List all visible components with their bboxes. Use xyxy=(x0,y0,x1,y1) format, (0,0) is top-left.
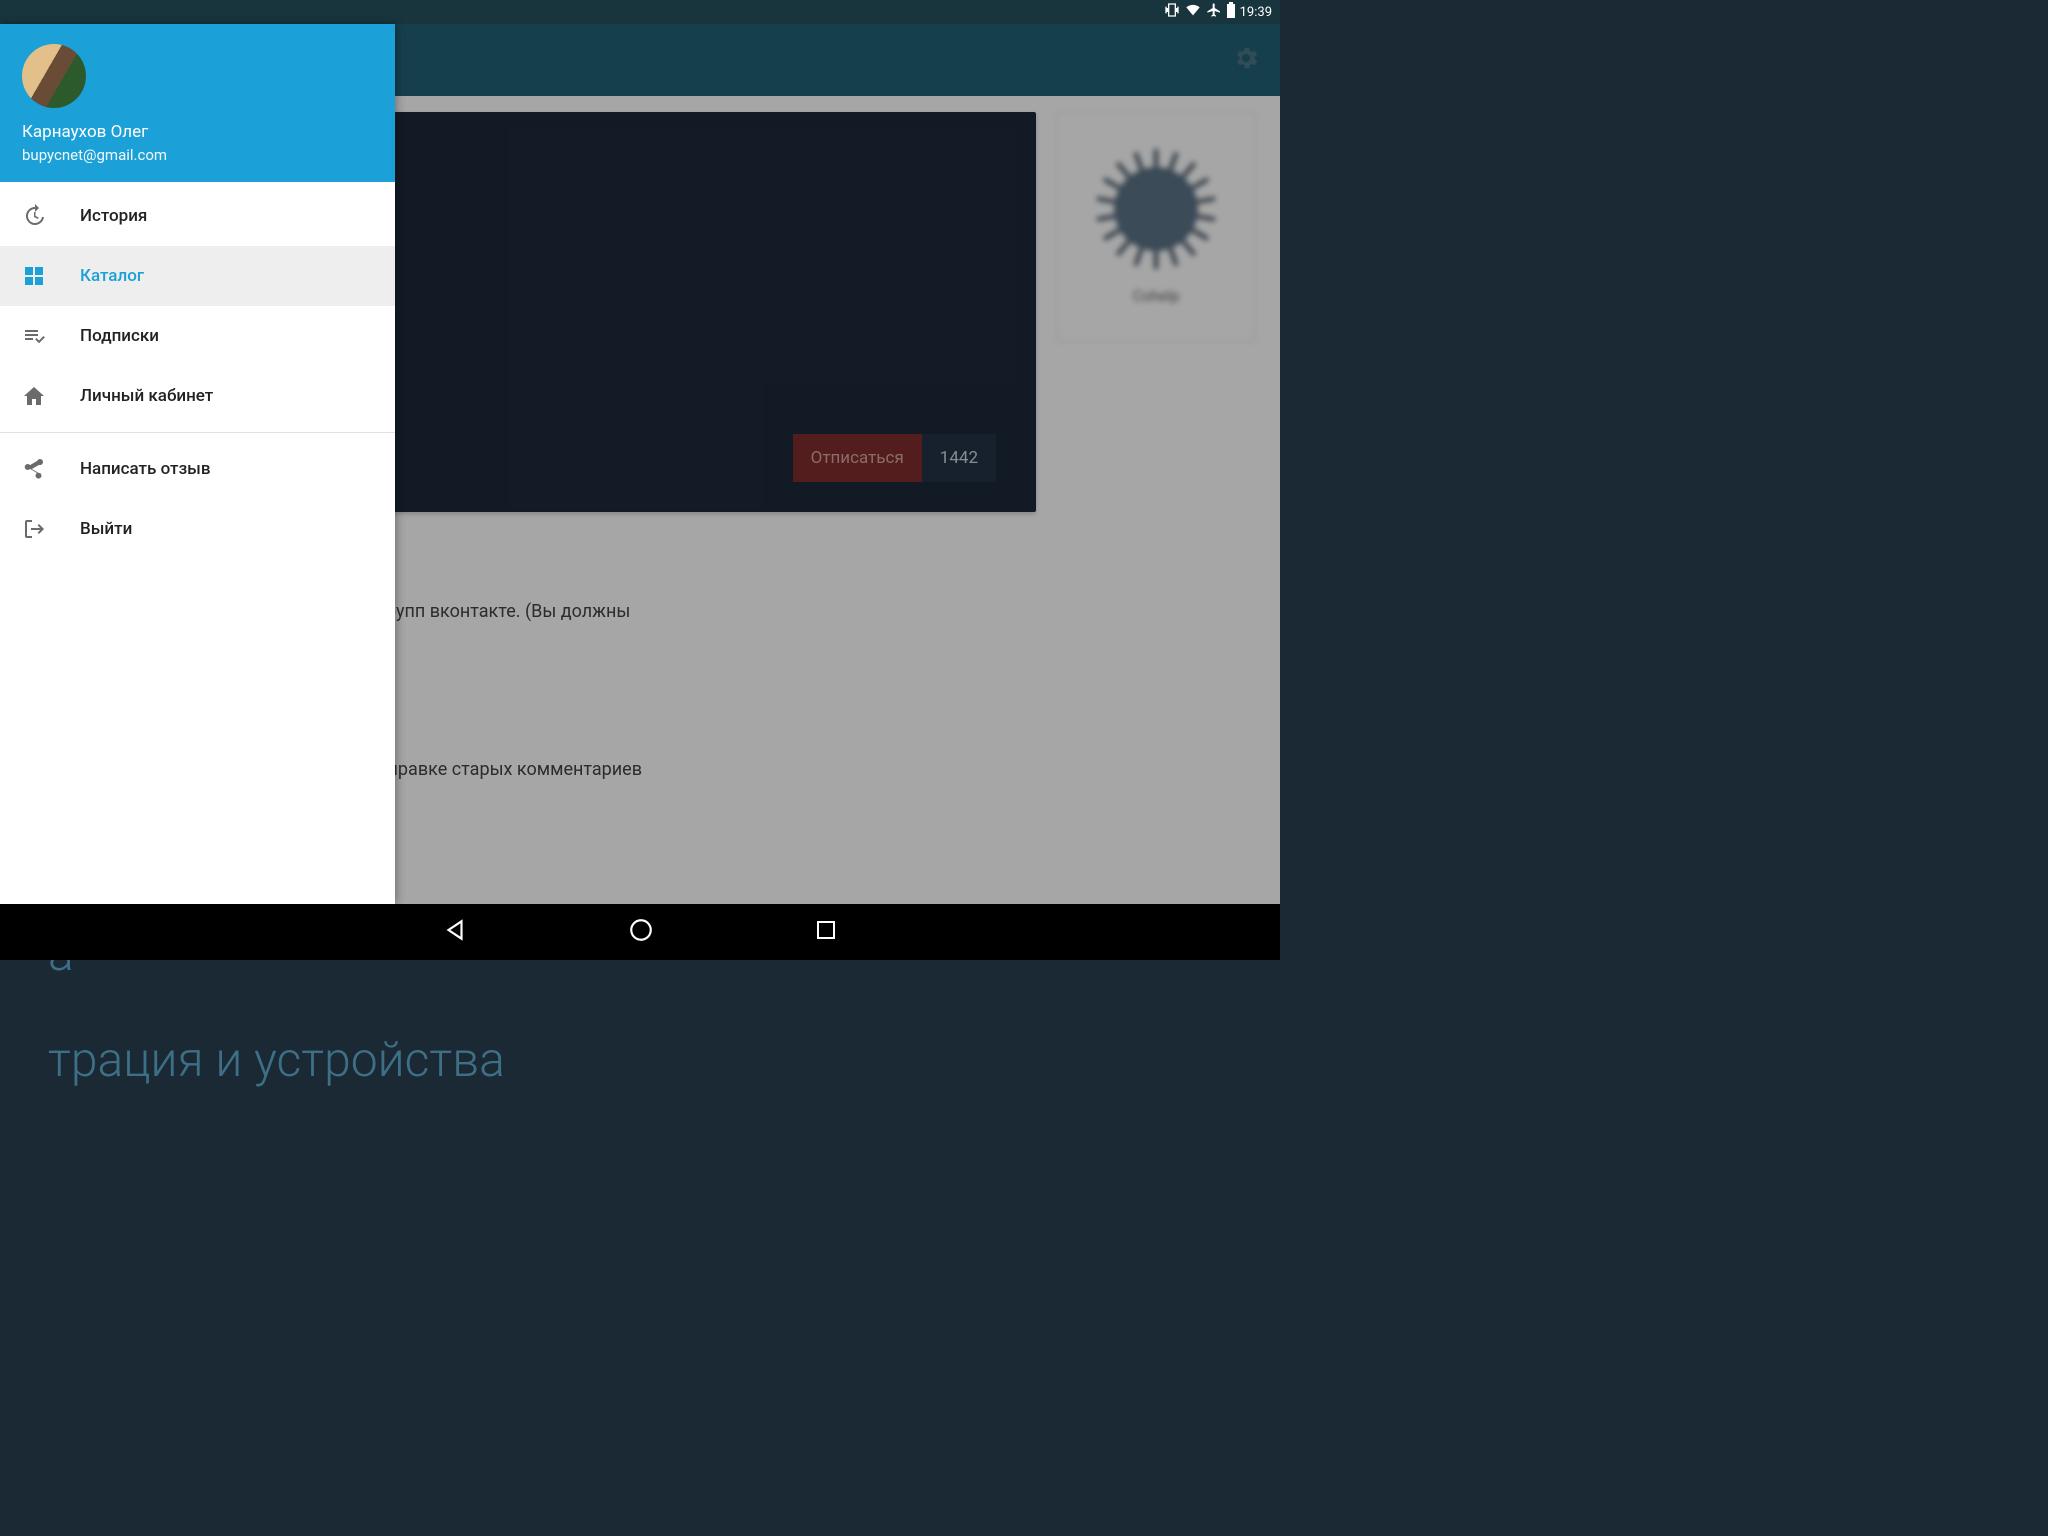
playlist-check-icon xyxy=(22,324,46,348)
logout-icon xyxy=(22,517,46,541)
history-icon xyxy=(22,204,46,228)
status-bar: 19:39 xyxy=(0,0,1280,24)
airplane-icon xyxy=(1206,2,1222,22)
user-name: Карнаухов Олег xyxy=(22,122,373,142)
nav-item-account[interactable]: Личный кабинет xyxy=(0,366,395,426)
wifi-icon xyxy=(1184,2,1202,22)
nav-item-label: Выйти xyxy=(80,519,132,539)
grid-icon xyxy=(22,264,46,288)
section-registration: трация и устройства xyxy=(48,1007,776,1113)
back-button[interactable] xyxy=(442,917,468,947)
vibrate-icon xyxy=(1164,2,1180,22)
home-button[interactable] xyxy=(628,917,654,947)
recent-button[interactable] xyxy=(814,918,838,946)
nav-item-label: Написать отзыв xyxy=(80,459,211,479)
android-nav-bar xyxy=(0,904,1280,960)
nav-item-label: История xyxy=(80,206,147,226)
nav-drawer: Карнаухов Олег bupycnet@gmail.com Истори… xyxy=(0,24,395,904)
status-time: 19:39 xyxy=(1240,5,1272,20)
nav-item-review[interactable]: Написать отзыв xyxy=(0,439,395,499)
nav-item-label: Подписки xyxy=(80,326,159,346)
home-icon xyxy=(22,384,46,408)
divider xyxy=(0,432,395,433)
nav-item-catalog[interactable]: Каталог xyxy=(0,246,395,306)
nav-item-label: Каталог xyxy=(80,266,144,286)
avatar xyxy=(22,44,86,108)
nav-list: История Каталог Подписки Личный кабинет … xyxy=(0,182,395,559)
nav-item-history[interactable]: История xyxy=(0,186,395,246)
nav-item-label: Личный кабинет xyxy=(80,386,213,406)
battery-icon xyxy=(1226,2,1236,22)
nav-item-subscriptions[interactable]: Подписки xyxy=(0,306,395,366)
drawer-header[interactable]: Карнаухов Олег bupycnet@gmail.com xyxy=(0,24,395,182)
nav-item-logout[interactable]: Выйти xyxy=(0,499,395,559)
share-icon xyxy=(22,457,46,481)
user-email: bupycnet@gmail.com xyxy=(22,146,373,164)
